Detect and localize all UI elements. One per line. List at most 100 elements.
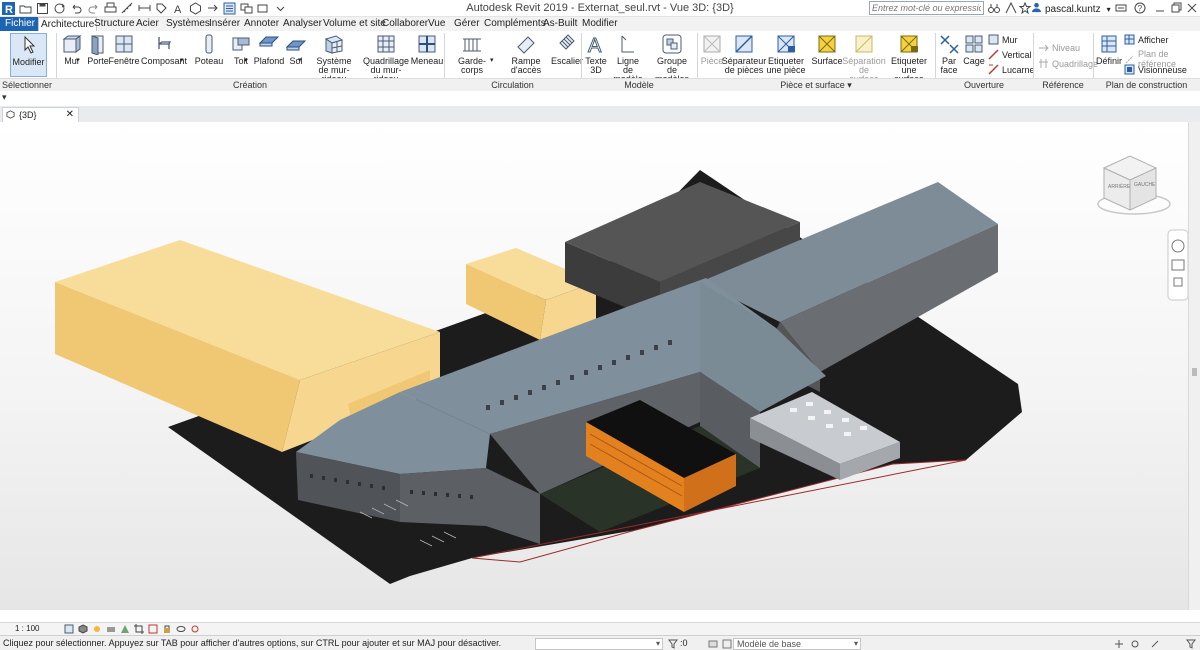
temporary-hide-icon[interactable] xyxy=(176,624,186,634)
restore-icon[interactable] xyxy=(1170,2,1182,14)
tab-collaborer[interactable]: Collaborer xyxy=(380,17,430,31)
panel-selectionner[interactable]: Sélectionner ▾ xyxy=(2,79,56,103)
show-crop-icon[interactable] xyxy=(148,624,158,634)
aligned-dimension-icon[interactable] xyxy=(138,2,151,15)
3d-viewport[interactable]: ARRIÈRE GAUCHE xyxy=(0,122,1188,610)
design-options-icon[interactable] xyxy=(722,639,732,649)
sun-path-icon[interactable] xyxy=(92,624,102,634)
user-account[interactable]: pascal.kuntz ▾ xyxy=(1031,2,1111,16)
crop-view-icon[interactable] xyxy=(134,624,144,634)
render-icon[interactable] xyxy=(120,624,130,634)
viewcube[interactable]: ARRIÈRE GAUCHE xyxy=(1097,155,1171,215)
help-icon[interactable]: ? xyxy=(1134,2,1146,14)
switch-windows-icon[interactable] xyxy=(257,2,270,15)
panel-piece-surface[interactable]: Pièce et surface ▾ xyxy=(697,79,935,91)
close-icon[interactable] xyxy=(1186,2,1198,14)
separateur-pieces-button[interactable]: Séparateur de pièces xyxy=(722,33,766,75)
revit-logo-icon[interactable]: R xyxy=(2,2,15,15)
minimize-icon[interactable] xyxy=(1154,2,1166,14)
garde-corps-button[interactable]: Garde-corps xyxy=(450,33,494,75)
composant-dropdown-caret[interactable]: ▾ xyxy=(180,56,184,64)
viewcube-face-right[interactable]: GAUCHE xyxy=(1134,182,1156,188)
sol-button[interactable]: Sol xyxy=(285,33,307,66)
viewcube-face-left[interactable]: ARRIÈRE xyxy=(1108,183,1131,190)
piece-button[interactable]: Pièce xyxy=(700,33,724,66)
mur-dropdown-caret[interactable]: ▾ xyxy=(76,56,80,64)
separation-surface-button[interactable]: Séparation de surface xyxy=(842,33,886,84)
tag-icon[interactable] xyxy=(155,2,168,15)
quadrillage-reference-button[interactable]: Quadrillage xyxy=(1038,58,1098,69)
meneau-button[interactable]: Meneau xyxy=(411,33,443,66)
undo-icon[interactable] xyxy=(70,2,83,15)
select-links-icon[interactable] xyxy=(1114,639,1124,649)
definir-button[interactable]: Définir xyxy=(1096,33,1122,66)
redo-icon[interactable] xyxy=(87,2,100,15)
scrollbar-thumb[interactable] xyxy=(1192,368,1197,376)
etiqueter-piece-button[interactable]: Etiqueter une pièce xyxy=(766,33,806,75)
etiqueter-surface-button[interactable]: Etiqueter une surface xyxy=(888,33,930,84)
tab-analyser[interactable]: Analyser xyxy=(281,17,324,31)
measure-icon[interactable] xyxy=(121,2,134,15)
par-face-button[interactable]: Par face xyxy=(938,33,960,75)
garde-corps-dropdown-caret[interactable]: ▾ xyxy=(490,56,494,64)
plafond-button[interactable]: Plafond xyxy=(254,33,284,66)
lock-view-icon[interactable] xyxy=(162,624,172,634)
autodesk-app-icon[interactable] xyxy=(1005,1,1017,14)
visual-style-icon[interactable] xyxy=(78,624,88,634)
section-icon[interactable] xyxy=(206,2,219,15)
default-3d-view-icon[interactable] xyxy=(189,2,202,15)
modifier-button[interactable]: Modifier xyxy=(10,33,47,77)
systeme-mur-rideau-button[interactable]: Système de mur-rideau xyxy=(310,33,358,84)
vertical-opening-button[interactable]: Vertical xyxy=(988,49,1032,60)
mur-button[interactable]: Mur xyxy=(60,33,84,66)
editing-requests-icon[interactable] xyxy=(708,639,718,649)
sync-icon[interactable] xyxy=(53,2,66,15)
escalier-button[interactable]: Escalier xyxy=(551,33,583,66)
groupe-modeles-button[interactable]: Groupe de modèles xyxy=(651,33,693,84)
tab-as-built[interactable]: As-Built xyxy=(541,17,579,31)
quadrillage-mur-rideau-button[interactable]: Quadrillage du mur-rideau xyxy=(360,33,412,84)
poteau-button[interactable]: Poteau xyxy=(195,33,223,66)
reveal-hidden-icon[interactable] xyxy=(190,624,200,634)
shadows-icon[interactable] xyxy=(106,624,116,634)
selection-filter-icon[interactable] xyxy=(668,639,678,649)
print-icon[interactable] xyxy=(104,2,117,15)
tab-complements[interactable]: Compléments xyxy=(482,17,548,31)
customize-toolbar-icon[interactable] xyxy=(274,2,287,15)
save-icon[interactable] xyxy=(36,2,49,15)
design-option-dropdown[interactable]: Modèle de base ▾ xyxy=(733,638,861,650)
afficher-button[interactable]: Afficher xyxy=(1124,34,1168,45)
workset-dropdown[interactable]: ▾ xyxy=(535,638,663,650)
view-scale[interactable]: 1 : 100 xyxy=(15,624,39,633)
toit-dropdown-caret[interactable]: ▾ xyxy=(244,56,248,64)
cage-button[interactable]: Cage xyxy=(962,33,986,66)
view-tab-close-icon[interactable]: ✕ xyxy=(66,109,74,120)
text-a-icon[interactable]: A xyxy=(172,2,185,15)
tab-structure[interactable]: Structure xyxy=(92,17,137,31)
exchange-apps-icon[interactable] xyxy=(1115,2,1127,14)
surface-button[interactable]: Surface xyxy=(811,33,843,66)
tab-inserer[interactable]: Insérer xyxy=(207,17,242,31)
texte-3d-button[interactable]: A Texte 3D xyxy=(584,33,608,75)
tab-annoter[interactable]: Annoter xyxy=(242,17,281,31)
toit-button[interactable]: Toit xyxy=(229,33,253,66)
tab-modifier[interactable]: Modifier xyxy=(580,17,620,31)
tab-vue[interactable]: Vue xyxy=(426,17,447,31)
binoculars-icon[interactable] xyxy=(988,2,1000,14)
mur-opening-button[interactable]: Mur xyxy=(988,34,1018,45)
close-hidden-windows-icon[interactable] xyxy=(240,2,253,15)
view-tab-3d[interactable]: {3D} ✕ xyxy=(2,107,79,122)
tab-gerer[interactable]: Gérer xyxy=(452,17,482,31)
tab-architecture[interactable]: Architecture xyxy=(38,17,98,31)
detail-level-icon[interactable] xyxy=(64,624,74,634)
tab-systemes[interactable]: Systèmes xyxy=(164,17,212,31)
fenetre-button[interactable]: Fenêtre xyxy=(108,33,140,66)
tab-fichier[interactable]: Fichier xyxy=(0,17,41,31)
thin-lines-icon[interactable] xyxy=(223,2,236,15)
visionneuse-button[interactable]: Visionneuse xyxy=(1124,64,1187,75)
drag-elements-icon[interactable] xyxy=(1150,639,1160,649)
tab-acier[interactable]: Acier xyxy=(134,17,161,31)
filter-funnel-icon[interactable] xyxy=(1186,639,1196,649)
ligne-modele-button[interactable]: Ligne de modèle xyxy=(612,33,644,84)
select-pinned-icon[interactable] xyxy=(1130,639,1140,649)
